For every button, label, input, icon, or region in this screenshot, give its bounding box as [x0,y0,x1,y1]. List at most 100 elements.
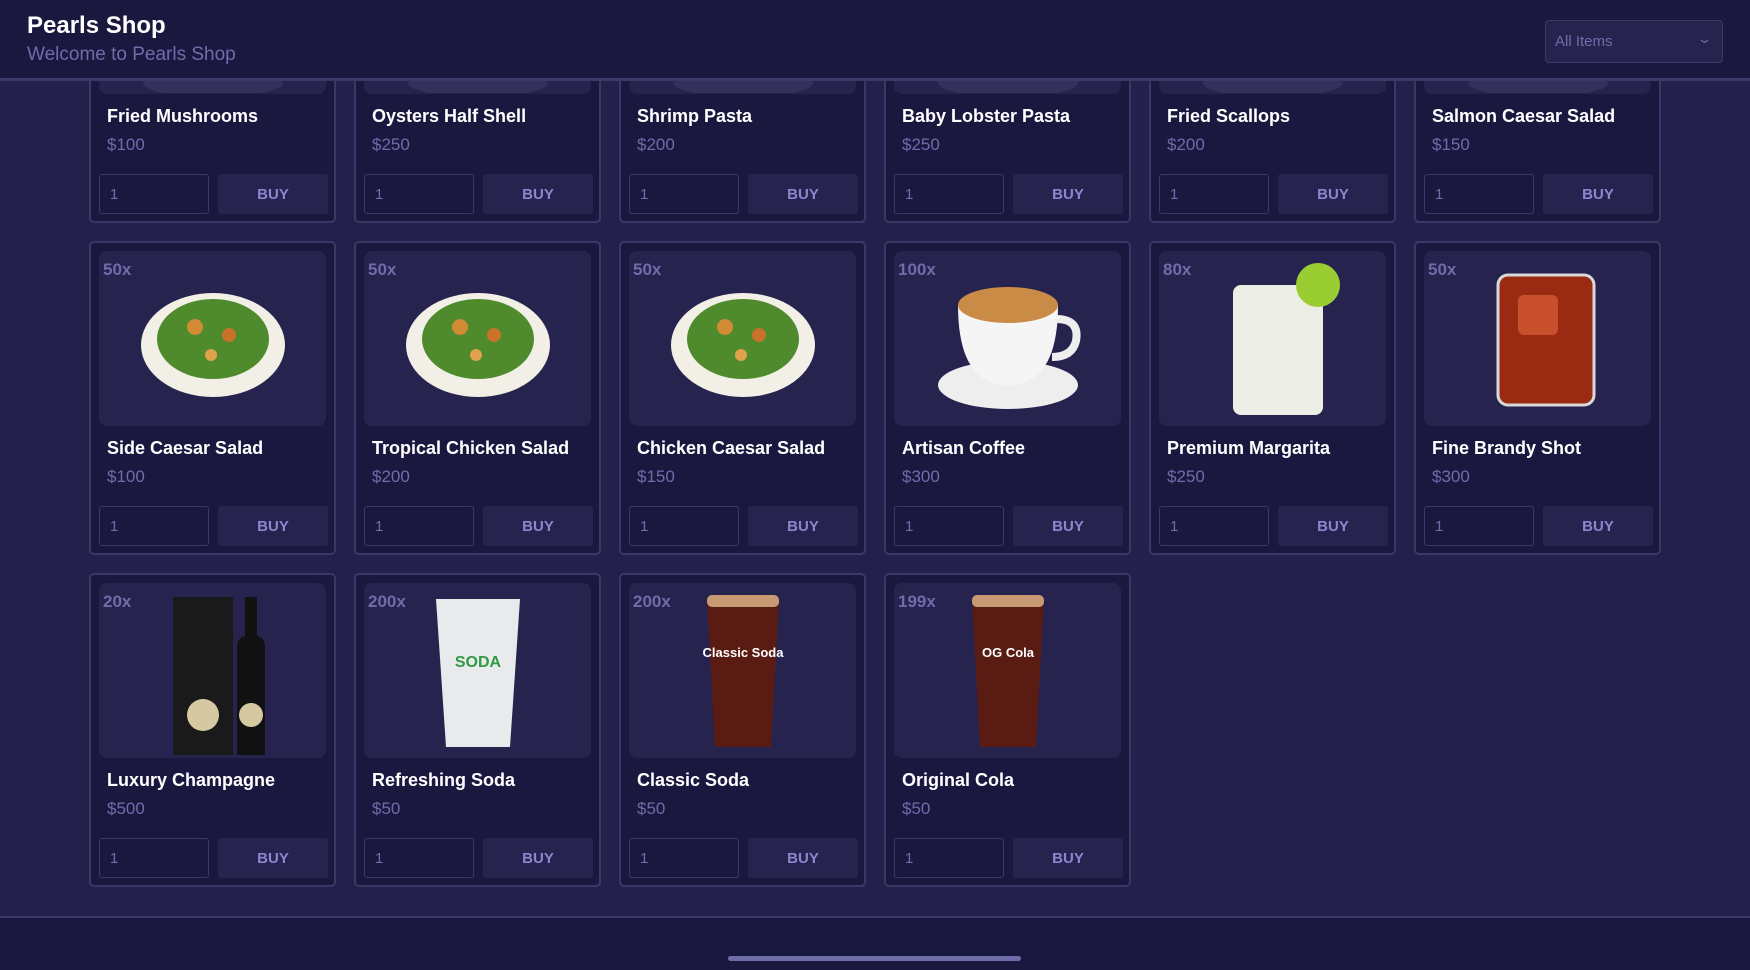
product-name: Side Caesar Salad [107,438,264,458]
product-card: 100x Artisan Coffee $300 BUY [884,241,1131,555]
product-price: $50 [637,799,666,818]
stock-badge: 200x [633,592,671,611]
product-name: Fine Brandy Shot [1432,438,1582,458]
product-price: $500 [107,799,145,818]
product-image: 100x [894,251,1121,426]
plate-image-icon [672,81,813,93]
buy-button[interactable]: BUY [748,506,858,546]
buy-button[interactable]: BUY [483,506,593,546]
product-price: $150 [637,467,675,486]
plate-image-icon [937,81,1078,93]
product-card: Fried Mushrooms $100 BUY [89,81,336,223]
quantity-input[interactable] [1159,174,1269,214]
product-card: Baby Lobster Pasta $250 BUY [884,81,1131,223]
quantity-input[interactable] [99,506,209,546]
cola-image-icon: Classic Soda [702,595,784,747]
buy-button[interactable]: BUY [1013,506,1123,546]
salad-image-icon [140,293,285,397]
svg-text:OG Cola: OG Cola [981,645,1034,660]
quantity-input[interactable] [1424,174,1534,214]
product-image: 50x [629,251,856,426]
product-name: Refreshing Soda [372,770,516,790]
product-price: $50 [902,799,931,818]
product-price: $200 [1167,135,1205,154]
product-price: $100 [107,467,145,486]
stock-badge: 199x [898,592,936,611]
quantity-input[interactable] [364,838,474,878]
product-price: $300 [902,467,940,486]
footer-bar [0,916,1750,970]
horizontal-scrollbar[interactable] [728,956,1021,961]
buy-button[interactable]: BUY [218,174,328,214]
cola-image-icon: OG Cola [971,595,1044,747]
quantity-input[interactable] [894,174,1004,214]
quantity-input[interactable] [364,506,474,546]
product-card: 50x Tropical Chicken Salad $200 BUY [354,241,601,555]
quantity-input[interactable] [1424,506,1534,546]
chevron-down-icon: ⌄ [1696,31,1713,46]
product-image [1159,81,1386,94]
category-filter-select[interactable]: All Items ⌄ [1545,20,1723,63]
product-name: Fried Mushrooms [107,106,259,126]
product-name: Shrimp Pasta [637,106,753,126]
product-image [894,81,1121,94]
margarita-image-icon [1232,263,1340,415]
buy-button[interactable]: BUY [218,838,328,878]
buy-button[interactable]: BUY [1278,506,1388,546]
product-price: $200 [372,467,410,486]
stock-badge: 200x [368,592,406,611]
plate-image-icon [407,81,548,93]
buy-button[interactable]: BUY [483,838,593,878]
product-image [364,81,591,94]
quantity-input[interactable] [364,174,474,214]
product-card: 50x Side Caesar Salad $100 BUY [89,241,336,555]
quantity-input[interactable] [629,506,739,546]
product-card: Fried Scallops $200 BUY [1149,81,1396,223]
buy-button[interactable]: BUY [748,838,858,878]
buy-button[interactable]: BUY [218,506,328,546]
quantity-input[interactable] [629,838,739,878]
quantity-input[interactable] [99,838,209,878]
buy-button[interactable]: BUY [1543,174,1653,214]
soda-image-icon: SODA [435,599,520,747]
stock-badge: 20x [103,592,132,611]
product-price: $150 [1432,135,1470,154]
product-image [99,81,326,94]
product-image: 200x Classic Soda [629,583,856,758]
product-price: $200 [637,135,675,154]
product-image [629,81,856,94]
product-name: Original Cola [902,770,1015,790]
product-price: $250 [902,135,940,154]
quantity-input[interactable] [99,174,209,214]
buy-button[interactable]: BUY [748,174,858,214]
product-image: 20x [99,583,326,758]
buy-button[interactable]: BUY [1013,838,1123,878]
product-card: 80x Premium Margarita $250 BUY [1149,241,1396,555]
shop-subtitle: Welcome to Pearls Shop [27,44,236,65]
product-card: Salmon Caesar Salad $150 BUY [1414,81,1661,223]
buy-button[interactable]: BUY [1543,506,1653,546]
quantity-input[interactable] [629,174,739,214]
stock-badge: 50x [1428,260,1457,279]
product-card: 200x SODA Refreshing Soda $50 BUY [354,573,601,887]
product-name: Classic Soda [637,770,750,790]
product-image: 200x SODA [364,583,591,758]
quantity-input[interactable] [1159,506,1269,546]
product-card: 50x Chicken Caesar Salad $150 BUY [619,241,866,555]
quantity-input[interactable] [894,838,1004,878]
product-list[interactable]: Fried Mushrooms$100BUYOysters Half Shell… [0,81,1750,916]
champagne-image-icon [172,597,265,755]
product-image: 50x [364,251,591,426]
quantity-input[interactable] [894,506,1004,546]
buy-button[interactable]: BUY [1278,174,1388,214]
brandy-image-icon [1496,273,1595,407]
salad-image-icon [670,293,815,397]
product-card: Shrimp Pasta $200 BUY [619,81,866,223]
product-name: Chicken Caesar Salad [637,438,826,458]
buy-button[interactable]: BUY [1013,174,1123,214]
stock-badge: 80x [1163,260,1192,279]
product-image: 50x [99,251,326,426]
plate-image-icon [142,81,283,93]
shop-title: Pearls Shop [27,12,166,39]
buy-button[interactable]: BUY [483,174,593,214]
